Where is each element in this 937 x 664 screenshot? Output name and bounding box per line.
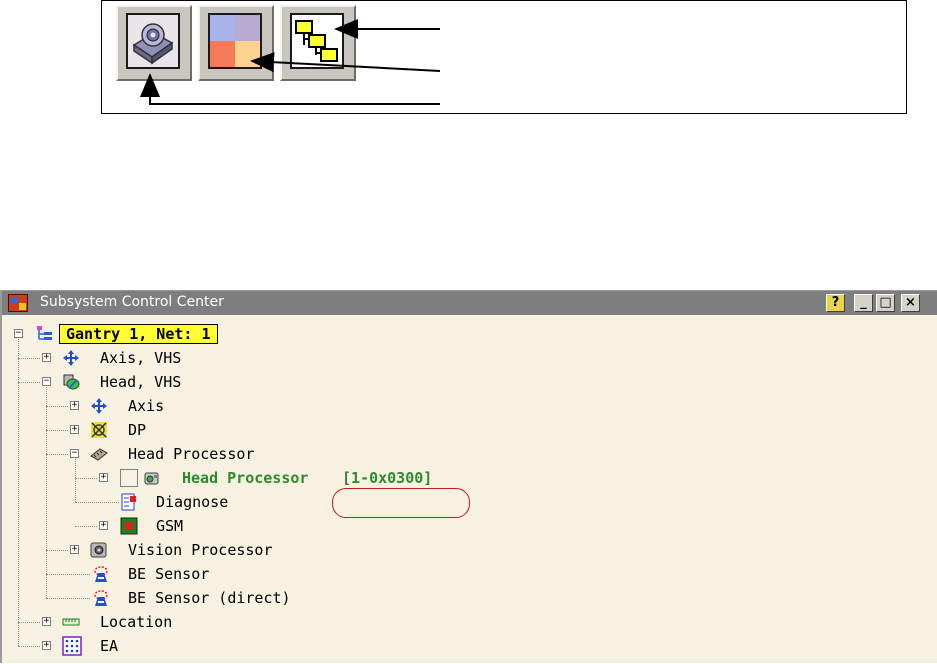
minimize-button[interactable]: _ — [854, 294, 873, 312]
window-title: Subsystem Control Center — [40, 294, 224, 310]
expand-icon[interactable]: + — [42, 617, 51, 626]
tree-item-axis-vhs[interactable]: + Axis, VHS — [2, 347, 302, 369]
tree-item-head-processor-group[interactable]: − Head Processor — [2, 443, 302, 465]
collapse-icon[interactable]: − — [14, 329, 23, 338]
expand-icon[interactable]: + — [42, 641, 51, 650]
head-processor-address: [1-0x0300] — [342, 469, 433, 487]
tree-item-gsm[interactable]: + GSM — [2, 515, 302, 537]
tree-item-dp[interactable]: + DP — [2, 419, 302, 441]
tree-item-label: Diagnose — [156, 493, 229, 511]
callout-figure — [101, 0, 907, 114]
tree-item-label: BE Sensor (direct) — [128, 589, 291, 607]
dp-icon — [91, 422, 107, 438]
location-icon — [62, 618, 80, 626]
tree-item-diagnose[interactable]: Diagnose — [2, 491, 302, 513]
maximize-button[interactable]: □ — [876, 294, 895, 312]
subsystem-tree: − Gantry 1, Net: 1 + Axis, VHS − Head, V… — [2, 315, 937, 664]
expand-icon[interactable]: + — [70, 401, 79, 410]
tree-item-label: DP — [128, 421, 147, 439]
tree-item-head-processor[interactable]: + Head Processor [1-0x0300] — [2, 467, 482, 489]
expand-icon[interactable]: + — [42, 353, 51, 362]
tree-item-label-active: Head Processor — [182, 469, 309, 487]
tree-item-label: Location — [100, 613, 173, 631]
tree-item-vision-processor[interactable]: + Vision Processor — [2, 539, 322, 561]
head-processor-checkbox[interactable] — [120, 469, 138, 487]
help-button[interactable]: ? — [826, 294, 845, 312]
tree-item-label: EA — [100, 637, 119, 655]
ea-grid-icon — [62, 636, 82, 656]
close-button[interactable]: × — [901, 294, 920, 312]
vision-processor-icon — [90, 542, 107, 558]
collapse-icon[interactable]: − — [42, 377, 51, 386]
subsystem-control-center-window: Subsystem Control Center ? _ □ × − Gantr… — [0, 290, 937, 663]
title-bar[interactable]: Subsystem Control Center ? _ □ × — [2, 291, 937, 315]
tree-item-axis[interactable]: + Axis — [2, 395, 302, 417]
tree-item-label: BE Sensor — [128, 565, 210, 583]
tree-item-root[interactable]: − Gantry 1, Net: 1 — [2, 323, 302, 345]
gsm-icon — [120, 517, 138, 535]
expand-icon[interactable]: + — [99, 473, 108, 482]
tree-item-ea[interactable]: + EA — [2, 635, 302, 657]
tree-item-label: GSM — [156, 517, 184, 535]
expand-icon[interactable]: + — [70, 545, 79, 554]
tree-item-be-sensor[interactable]: BE Sensor — [2, 563, 302, 585]
expand-icon[interactable]: + — [70, 425, 79, 434]
axis-arrows-icon — [91, 398, 107, 414]
sensor-icon — [94, 590, 108, 606]
head-icon — [63, 374, 80, 390]
tree-item-label: Head, VHS — [100, 373, 182, 391]
tree-item-head-vhs[interactable]: − Head, VHS — [2, 371, 302, 393]
tree-item-label: Head Processor — [128, 445, 255, 463]
tree-item-location[interactable]: + Location — [2, 611, 302, 633]
diagnose-icon — [121, 493, 136, 511]
tree-root-label: Gantry 1, Net: 1 — [59, 324, 218, 344]
tree-root-icon — [37, 326, 52, 340]
tree-item-label: Axis, VHS — [100, 349, 182, 367]
chip-icon — [90, 448, 108, 461]
camera-device-icon — [144, 472, 159, 485]
tree-item-label: Vision Processor — [128, 541, 273, 559]
expand-icon[interactable]: + — [99, 521, 108, 530]
app-icon — [8, 294, 28, 312]
address-highlight-annotation — [332, 488, 470, 518]
callout-arrows — [140, 19, 441, 105]
move-arrows-icon — [63, 350, 79, 366]
tree-item-label: Axis — [128, 397, 165, 415]
sensor-icon — [94, 566, 108, 582]
collapse-icon[interactable]: − — [70, 449, 79, 458]
tree-item-be-sensor-direct[interactable]: BE Sensor (direct) — [2, 587, 342, 609]
